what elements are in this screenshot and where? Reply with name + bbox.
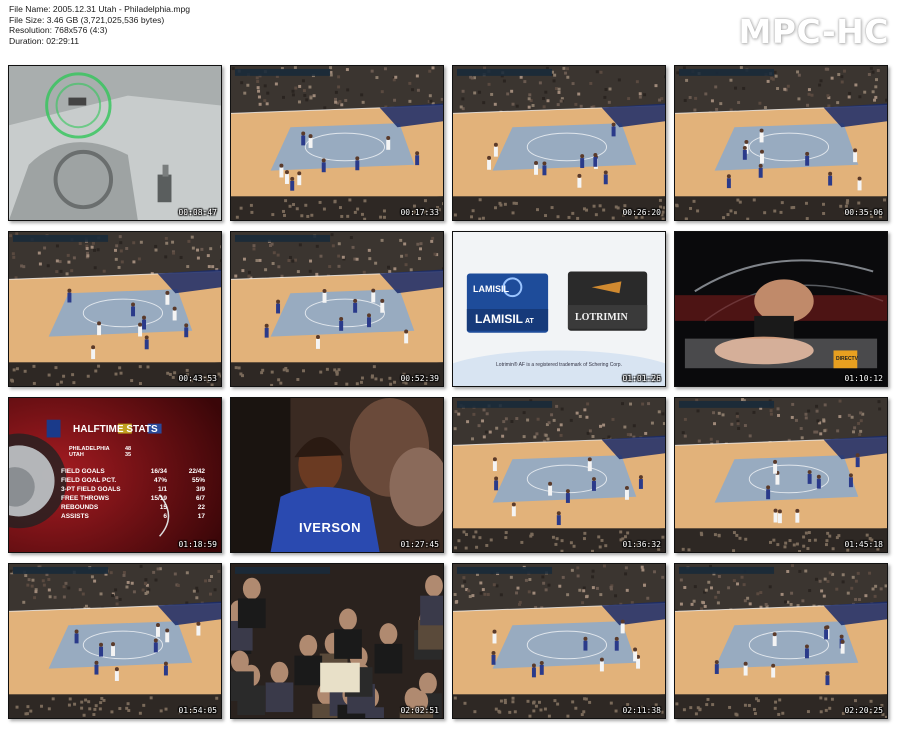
- thumbnail-frame: 00:52:39: [230, 231, 444, 387]
- ad-brand-lamisil: LAMISIL: [473, 284, 509, 294]
- stat-team2: 22/42: [188, 468, 205, 475]
- thumbnail-timestamp: 01:36:32: [622, 540, 661, 549]
- thumbnail-frame: 00:08:47: [8, 65, 222, 221]
- thumbnail-frame: 01:54:05: [8, 563, 222, 719]
- thumbnail-frame: 01:45:18: [674, 397, 888, 553]
- thumbnail-timestamp: 01:18:59: [178, 540, 217, 549]
- thumbnail-frame: 01:36:32: [452, 397, 666, 553]
- thumbnail-timestamp: 00:08:47: [178, 208, 217, 217]
- thumbnail-timestamp: 02:11:38: [622, 706, 661, 715]
- thumbnail-frame: DIRECTV 01:10:12: [674, 231, 888, 387]
- thumbnail-frame: 00:26:20: [452, 65, 666, 221]
- thumbnail-timestamp: 00:35:06: [844, 208, 883, 217]
- thumbnail-frame: 00:17:33: [230, 65, 444, 221]
- stat-team2: 3/9: [195, 486, 205, 493]
- thumbnail-timestamp: 01:54:05: [178, 706, 217, 715]
- thumbnail-timestamp: 01:27:45: [400, 540, 439, 549]
- stat-label: FIELD GOALS: [61, 468, 105, 475]
- thumbnail-frame: 02:02:51: [230, 563, 444, 719]
- thumbnail-frame: IVERSON 01:27:45: [230, 397, 444, 553]
- thumbnail-timestamp: 00:52:39: [400, 374, 439, 383]
- thumbnail-frame: 02:20:25: [674, 563, 888, 719]
- stat-row: 3-PT FIELD GOALS 1/1 3/9: [61, 486, 205, 495]
- stat-row: FIELD GOAL PCT. 47% 55%: [61, 477, 205, 486]
- stat-team2: 6/7: [195, 495, 205, 502]
- stat-label: FREE THROWS: [61, 495, 110, 502]
- stat-team1: 47%: [153, 477, 167, 484]
- stat-team1: 15: [159, 504, 167, 511]
- jersey-name: IVERSON: [299, 520, 362, 535]
- stat-label: ASSISTS: [61, 513, 89, 520]
- thumbnail-timestamp: 00:17:33: [400, 208, 439, 217]
- ad-brand-lotrimin: LOTRIMIN: [575, 312, 628, 323]
- halftime-title: HALFTIME STATS: [73, 424, 158, 435]
- thumbnail-frame: HALFTIME STATS PHILADELPHIA 48 UTAH 35 FIE…: [8, 397, 222, 553]
- stat-team1: 6: [163, 513, 167, 520]
- stat-team1: 1/1: [157, 486, 167, 493]
- thumbnail-frame: 00:35:06: [674, 65, 888, 221]
- stat-label: REBOUNDS: [61, 504, 99, 511]
- thumbnail-timestamp: 01:01:26: [622, 374, 661, 383]
- stat-label: 3-PT FIELD GOALS: [61, 486, 121, 493]
- thumbnail-frame: LAMISIL LAMISIL AT LOTRIMIN Lotrimin® AF …: [452, 231, 666, 387]
- stat-row: REBOUNDS 15 22: [61, 504, 205, 513]
- thumbnail-timestamp: 00:43:53: [178, 374, 217, 383]
- halftime-scores: PHILADELPHIA 48 UTAH 35: [69, 446, 132, 458]
- stat-row: FREE THROWS 15/19 6/7: [61, 495, 205, 504]
- stat-team2: 55%: [191, 477, 205, 484]
- stat-row: FIELD GOALS 16/34 22/42: [61, 468, 205, 477]
- stat-row: ASSISTS 6 17: [61, 513, 205, 522]
- thumbnail-frame: 02:11:38: [452, 563, 666, 719]
- thumbnail-timestamp: 01:45:18: [844, 540, 883, 549]
- stat-team2: 22: [197, 504, 205, 511]
- thumbnail-timestamp: 00:26:20: [622, 208, 661, 217]
- channel-badge: DIRECTV: [836, 356, 858, 362]
- stat-team1: 16/34: [150, 468, 167, 475]
- stat-label: FIELD GOAL PCT.: [61, 477, 117, 484]
- ad-brand-lamisil-large: LAMISIL AT: [475, 312, 534, 326]
- thumbnail-grid: 00:08:47 00:17:33 00:26:20 00:35:06 00:43:53…: [0, 0, 900, 731]
- halftime-table: FIELD GOALS 16/34 22/42 FIELD GOAL PCT. …: [61, 468, 205, 522]
- ad-footer: Lotrimin® AF is a registered trademark o…: [496, 362, 622, 368]
- thumbnail-timestamp: 02:20:25: [844, 706, 883, 715]
- stat-team2: 17: [197, 513, 205, 520]
- thumbnail-timestamp: 01:10:12: [844, 374, 883, 383]
- thumbnail-timestamp: 02:02:51: [400, 706, 439, 715]
- thumbnail-frame: 00:43:53: [8, 231, 222, 387]
- stat-team1: 15/19: [150, 495, 167, 502]
